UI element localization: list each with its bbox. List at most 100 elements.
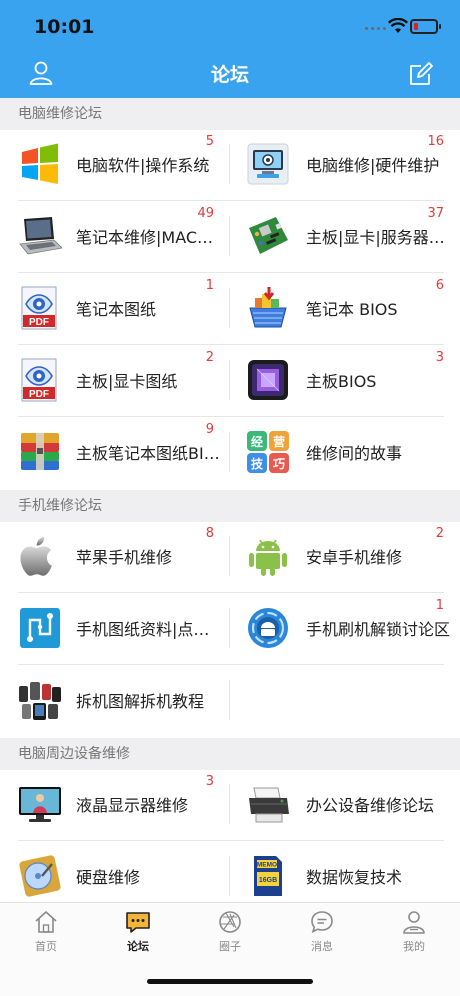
- home-indicator: [147, 979, 313, 984]
- person-icon: [403, 911, 425, 934]
- svg-text:PDF: PDF: [29, 389, 49, 400]
- forum-label: 主板|显卡|服务器维修: [306, 228, 456, 247]
- cell-divider: [229, 432, 230, 472]
- forum-label: 手机刷机解锁讨论区: [306, 620, 451, 639]
- unread-badge: 1: [435, 598, 444, 613]
- unread-badge: 6: [435, 278, 444, 293]
- unread-badge: 37: [427, 206, 444, 221]
- chip-icon: [248, 360, 288, 400]
- tab-label: 论坛: [127, 940, 149, 953]
- forum-cell-motherboard[interactable]: 主板|显卡|服务器维修 37: [230, 200, 460, 272]
- chat-bubble-icon: [126, 912, 150, 933]
- cell-divider: [229, 144, 230, 184]
- unread-badge: 9: [205, 422, 214, 437]
- android-robot-icon: [249, 539, 287, 576]
- forum-label: 主板BIOS: [306, 372, 377, 391]
- tab-mine[interactable]: 我的: [368, 909, 460, 954]
- cell-divider: [229, 360, 230, 400]
- forum-cell-office-equipment[interactable]: 办公设备维修论坛: [230, 768, 460, 840]
- laptop-icon: [19, 217, 62, 255]
- forum-cell-lcd-repair[interactable]: 液晶显示器维修 3: [0, 768, 230, 840]
- forum-cell-board-laptop-bios[interactable]: 主板笔记本图纸BIOS 9: [0, 416, 230, 488]
- motherboard-icon: [249, 217, 288, 254]
- unread-badge: 3: [205, 774, 214, 789]
- forum-label: 电脑维修|硬件维护: [306, 156, 440, 175]
- forum-label: 液晶显示器维修: [76, 796, 189, 815]
- unread-badge: 8: [205, 526, 214, 541]
- forum-cell-board-schematics[interactable]: PDF 主板|显卡图纸 2: [0, 344, 230, 416]
- forum-label: 苹果手机维修: [76, 548, 173, 567]
- forum-label: 笔记本图纸: [76, 300, 157, 319]
- tab-label: 首页: [35, 940, 57, 953]
- lcd-monitor-icon: [19, 787, 61, 822]
- tab-label: 我的: [403, 940, 425, 953]
- tile-char: 技: [251, 456, 264, 471]
- android-circle-icon: [248, 608, 288, 648]
- section-header-peripherals: 电脑周边设备维修: [0, 738, 460, 770]
- card-brand-text: MEMO: [257, 862, 277, 869]
- cell-divider: [229, 784, 230, 824]
- forum-label: 笔记本维修|MAC维修: [76, 228, 222, 247]
- windows-logo-icon: [18, 142, 62, 186]
- unread-badge: 16: [427, 134, 444, 149]
- tab-home[interactable]: 首页: [0, 909, 92, 954]
- forum-cell-laptop-repair[interactable]: 笔记本维修|MAC维修 49: [0, 200, 230, 272]
- tab-label: 消息: [311, 940, 333, 953]
- forum-label: 硬盘维修: [76, 868, 141, 887]
- forum-cell-laptop-bios[interactable]: 笔记本 BIOS 6: [230, 272, 460, 344]
- forum-label: 维修间的故事: [306, 444, 403, 463]
- header-bar: 10:01 论坛: [0, 0, 460, 98]
- unread-badge: 2: [435, 526, 444, 541]
- unread-badge: 1: [205, 278, 214, 293]
- pdf-document-icon: PDF: [21, 286, 57, 330]
- cell-divider: [229, 608, 230, 648]
- signal-dots-icon: [365, 27, 386, 30]
- business-tiles-icon: 经 营 技 巧: [247, 431, 289, 473]
- forum-label: 笔记本 BIOS: [306, 300, 398, 319]
- forum-cell-phone-schematics[interactable]: 手机图纸资料|点位图: [0, 592, 230, 664]
- aperture-icon: [219, 911, 241, 933]
- forum-label: 数据恢复技术: [306, 868, 403, 887]
- cell-divider: [229, 536, 230, 576]
- cell-divider: [229, 216, 230, 256]
- unread-badge: 49: [197, 206, 214, 221]
- archive-books-icon: [21, 433, 59, 470]
- forum-cell-apple-repair[interactable]: 苹果手机维修 8: [0, 520, 230, 592]
- forum-label: 手机图纸资料|点位图: [76, 620, 222, 639]
- unread-badge: 2: [205, 350, 214, 365]
- cell-divider: [229, 680, 230, 720]
- nav-bar: 论坛: [0, 50, 460, 98]
- card-capacity-text: 16GB: [259, 877, 277, 884]
- status-bar: 10:01: [0, 0, 460, 50]
- circuit-diagram-icon: [20, 608, 60, 648]
- unread-badge: 5: [205, 134, 214, 149]
- forum-cell-pc-hardware[interactable]: 电脑维修|硬件维护 16: [230, 128, 460, 200]
- forum-cell-teardown[interactable]: 拆机图解拆机教程: [0, 664, 230, 736]
- compose-icon[interactable]: [408, 61, 434, 87]
- cell-divider: [229, 288, 230, 328]
- tile-char: 营: [273, 434, 285, 449]
- forum-cell-android-repair[interactable]: 安卓手机维修 2: [230, 520, 460, 592]
- tab-messages[interactable]: 消息: [276, 909, 368, 954]
- forum-label: 拆机图解拆机教程: [76, 692, 205, 711]
- message-icon: [311, 911, 333, 934]
- forum-label: 主板|显卡图纸: [76, 372, 178, 391]
- battery-icon: [410, 19, 441, 34]
- home-icon: [35, 911, 57, 933]
- forum-cell-board-bios[interactable]: 主板BIOS 3: [230, 344, 460, 416]
- forum-cell-phone-flash[interactable]: 手机刷机解锁讨论区 1: [230, 592, 460, 664]
- tab-forum[interactable]: 论坛: [92, 909, 184, 954]
- tile-char: 巧: [273, 457, 285, 471]
- forum-cell-pc-software[interactable]: 电脑软件|操作系统 5: [0, 128, 230, 200]
- basket-download-icon: [249, 287, 287, 328]
- pdf-document-icon: PDF: [21, 358, 57, 402]
- apple-logo-icon: [20, 537, 52, 576]
- forum-cell-laptop-schematics[interactable]: PDF 笔记本图纸 1: [0, 272, 230, 344]
- status-time: 10:01: [34, 16, 95, 38]
- page-title: 论坛: [210, 64, 249, 86]
- forum-label: 办公设备维修论坛: [306, 796, 435, 815]
- tile-char: 经: [251, 434, 263, 449]
- tab-circle[interactable]: 圈子: [184, 909, 276, 954]
- forum-cell-repair-stories[interactable]: 经 营 技 巧 维修间的故事: [230, 416, 460, 488]
- forum-label: 电脑软件|操作系统: [76, 156, 210, 175]
